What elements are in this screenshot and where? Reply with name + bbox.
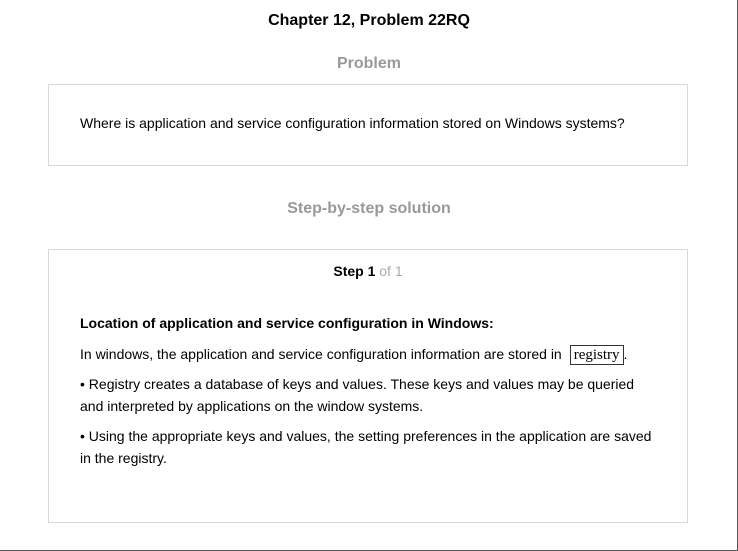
solution-bullet: • Registry creates a database of keys an… (80, 376, 635, 415)
solution-intro-end: . (623, 346, 628, 362)
solution-bullet: • Using the appropriate keys and values,… (80, 428, 652, 467)
step-count: of 1 (379, 263, 403, 279)
problem-text: Where is application and service configu… (80, 115, 625, 131)
step-label: Step 1 (333, 263, 376, 279)
problem-box: Where is application and service configu… (48, 84, 688, 166)
solution-intro-paragraph: In windows, the application and service … (80, 343, 660, 366)
solution-content-heading: Location of application and service conf… (80, 315, 494, 331)
step-header: Step 1 of 1 (49, 263, 687, 279)
solution-content: Location of application and service conf… (80, 312, 660, 477)
answer-box: registry (569, 345, 624, 366)
solution-intro-text: In windows, the application and service … (80, 346, 562, 362)
page-title: Chapter 12, Problem 22RQ (268, 12, 470, 29)
problem-heading: Problem (336, 55, 401, 72)
solution-box: Step 1 of 1 Location of application and … (48, 249, 688, 523)
solution-heading: Step-by-step solution (287, 200, 451, 217)
